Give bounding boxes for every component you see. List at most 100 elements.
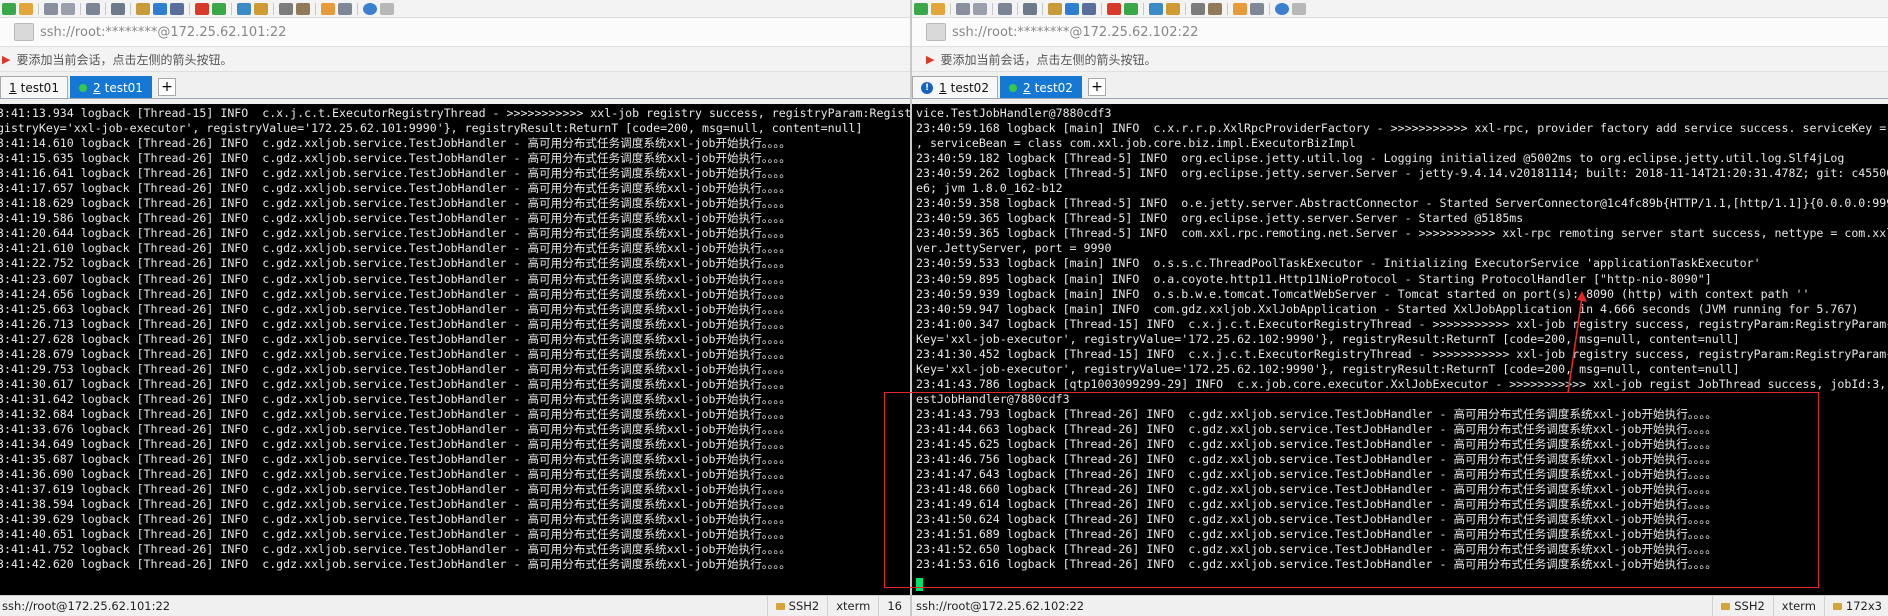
terminal-line: 23:41:22.752 logback [Thread-26] INFO c.… <box>0 256 791 271</box>
tab-label: test01 <box>20 80 59 95</box>
add-icon[interactable] <box>1233 2 1247 15</box>
terminal-type-status: xterm <box>1772 596 1824 616</box>
print-icon[interactable] <box>1048 2 1062 15</box>
left-terminal-window: ssh://root:********@172.25.62.101:22 ▶ 要… <box>0 0 910 616</box>
keyboard-icon[interactable] <box>279 2 293 15</box>
fullscreen-icon[interactable] <box>1149 2 1163 15</box>
toolbar-separator <box>1227 2 1228 15</box>
properties-icon[interactable] <box>86 2 100 15</box>
script-icon[interactable] <box>1124 2 1138 15</box>
font-icon[interactable] <box>1082 2 1096 15</box>
terminal-line: egistryKey='xxl-job-executor', registryV… <box>0 121 863 136</box>
toolbar-separator <box>357 2 358 15</box>
terminal-line: 23:41:37.619 logback [Thread-26] INFO c.… <box>0 482 791 497</box>
keyboard-icon[interactable] <box>1191 2 1205 15</box>
connection-status: ssh://root@172.25.62.101:22 <box>2 599 171 613</box>
layout-icon[interactable] <box>338 2 352 15</box>
open-folder-icon[interactable] <box>931 2 945 15</box>
session-hint-text: 要添加当前会话，点击左侧的箭头按钮。 <box>16 52 233 67</box>
connected-dot-icon <box>78 83 87 92</box>
terminal-output[interactable]: vice.TestJobHandler@7880cdf3 23:40:59.168… <box>912 104 1888 596</box>
open-folder-icon[interactable] <box>19 2 33 15</box>
protocol-label: SSH2 <box>788 599 820 613</box>
terminal-line: 23:41:43.793 logback [Thread-26] INFO c.… <box>916 406 1717 421</box>
tab-test01-1[interactable]: 1 test01 <box>0 76 68 98</box>
terminal-line: Key='xxl-job-executor', registryValue='1… <box>916 331 1740 346</box>
terminal-size-label: 172x3 <box>1845 599 1882 613</box>
status-bar: ssh://root@172.25.62.101:22 SSH2 xterm 1… <box>0 595 910 616</box>
address-bar[interactable]: ssh://root:********@172.25.62.101:22 <box>0 18 910 47</box>
session-hint-text: 要添加当前会话，点击左侧的箭头按钮。 <box>940 52 1157 67</box>
toolbar-separator <box>231 2 232 15</box>
globe-icon[interactable] <box>153 2 167 15</box>
address-bar[interactable]: ssh://root:********@172.25.62.102:22 <box>912 18 1888 47</box>
properties-icon[interactable] <box>998 2 1012 15</box>
connection-status: ssh://root@172.25.62.102:22 <box>916 599 1085 613</box>
tab-test02-1[interactable]: ! 1 test02 <box>912 76 998 98</box>
link-icon[interactable] <box>44 2 58 15</box>
terminal-line: 23:41:23.607 logback [Thread-26] INFO c.… <box>0 271 791 286</box>
toolbar-separator <box>1101 2 1102 15</box>
lock-icon[interactable] <box>1166 2 1180 15</box>
search-icon[interactable] <box>1023 2 1037 15</box>
search-icon[interactable] <box>111 2 125 15</box>
terminal-line: 23:41:17.657 logback [Thread-26] INFO c.… <box>0 181 791 196</box>
terminal-line: 23:41:20.644 logback [Thread-26] INFO c.… <box>0 226 791 241</box>
terminal-line: 23:41:50.624 logback [Thread-26] INFO c.… <box>916 512 1717 527</box>
toolbar-separator <box>38 2 39 15</box>
terminal-line: 23:41:44.663 logback [Thread-26] INFO c.… <box>916 421 1717 436</box>
protocol-label: SSH2 <box>1734 599 1765 613</box>
disconnect-icon[interactable] <box>61 2 75 15</box>
disconnect-icon[interactable] <box>973 2 987 15</box>
compose-icon[interactable] <box>296 2 310 15</box>
tab-bar: 1 test01 2 test01 + <box>0 72 910 99</box>
terminal-line: 23:41:13.934 logback [Thread-15] INFO c.… <box>0 106 910 120</box>
link-icon[interactable] <box>956 2 970 15</box>
chat-icon[interactable] <box>380 2 394 15</box>
xftp-icon[interactable] <box>195 2 209 15</box>
protocol-status: SSH2 <box>766 596 828 616</box>
layout-icon[interactable] <box>1250 2 1264 15</box>
new-session-icon[interactable] <box>2 2 16 15</box>
lock-icon[interactable] <box>254 2 268 15</box>
terminal-line: 23:41:36.690 logback [Thread-26] INFO c.… <box>0 467 791 482</box>
arrow-icon[interactable]: ▶ <box>2 53 10 66</box>
terminal-output[interactable]: 23:41:13.934 logback [Thread-15] INFO c.… <box>0 104 910 596</box>
terminal-line: 23:41:24.656 logback [Thread-26] INFO c.… <box>0 286 791 301</box>
arrow-icon[interactable]: ▶ <box>926 53 934 66</box>
font-icon[interactable] <box>170 2 184 15</box>
terminal-line: 23:41:21.610 logback [Thread-26] INFO c.… <box>0 241 791 256</box>
help-icon[interactable] <box>363 2 377 15</box>
warning-icon: ! <box>921 81 933 94</box>
help-icon[interactable] <box>1275 2 1289 15</box>
compose-icon[interactable] <box>1208 2 1222 15</box>
protocol-status: SSH2 <box>1712 596 1773 616</box>
session-hint-bar: ▶ 要添加当前会话，点击左侧的箭头按钮。 <box>0 47 910 72</box>
terminal-line: Key='xxl-job-executor', registryValue='1… <box>916 361 1740 376</box>
terminal-line: 23:41:27.628 logback [Thread-26] INFO c.… <box>0 331 791 346</box>
terminal-line: 23:41:47.643 logback [Thread-26] INFO c.… <box>916 467 1717 482</box>
fullscreen-icon[interactable] <box>237 2 251 15</box>
new-session-icon[interactable] <box>914 2 928 15</box>
xftp-icon[interactable] <box>1107 2 1121 15</box>
terminal-line: 23:41:26.713 logback [Thread-26] INFO c.… <box>0 316 791 331</box>
tab-number: 1 <box>9 80 17 95</box>
add-tab-icon[interactable]: + <box>157 78 176 96</box>
add-tab-icon[interactable]: + <box>1087 78 1106 96</box>
toolbar-separator <box>1042 2 1043 15</box>
terminal-line: 23:41:51.689 logback [Thread-26] INFO c.… <box>916 527 1717 542</box>
globe-icon[interactable] <box>1065 2 1079 15</box>
toolbar-separator <box>950 2 951 15</box>
tab-test02-2[interactable]: 2 test02 <box>999 76 1082 98</box>
chat-icon[interactable] <box>1292 2 1306 15</box>
print-icon[interactable] <box>136 2 150 15</box>
script-icon[interactable] <box>212 2 226 15</box>
terminal-line: 23:41:18.629 logback [Thread-26] INFO c.… <box>0 196 791 211</box>
right-terminal-window: ssh://root:********@172.25.62.102:22 ▶ 要… <box>910 0 1888 616</box>
add-icon[interactable] <box>321 2 335 15</box>
toolbar-separator <box>1017 2 1018 15</box>
tab-test01-2[interactable]: 2 test01 <box>69 76 152 98</box>
terminal-line: 23:41:49.614 logback [Thread-26] INFO c.… <box>916 497 1717 512</box>
toolbar <box>0 0 910 18</box>
terminal-line: e6; jvm 1.8.0_162-b12 <box>916 181 1063 196</box>
